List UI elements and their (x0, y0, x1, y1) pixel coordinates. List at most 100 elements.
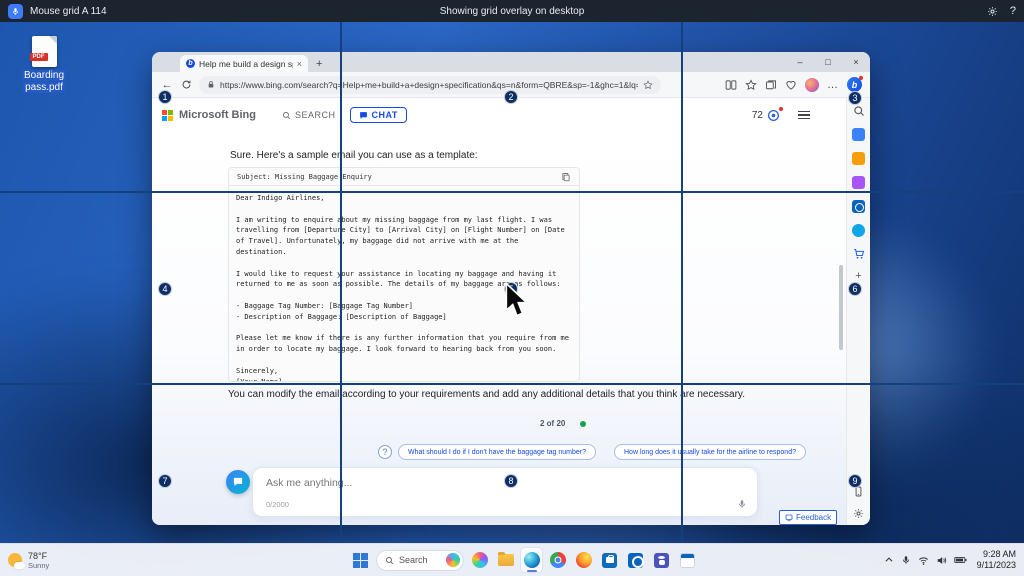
sidebar-shopping-bag-icon[interactable] (852, 152, 865, 165)
taskbar-app-copilot[interactable] (469, 548, 490, 572)
sidebar-settings-icon[interactable] (853, 508, 864, 519)
sidebar-phone-icon[interactable] (853, 486, 864, 497)
help-icon[interactable]: ? (1010, 5, 1016, 17)
scrollbar[interactable] (839, 265, 843, 350)
desktop-file-label: Boarding pass.pdf (17, 70, 71, 93)
tab-search[interactable]: SEARCH (282, 110, 336, 120)
edge-sidebar: + (846, 98, 870, 525)
taskbar: 78°F Sunny Search (0, 543, 1024, 576)
browser-tab[interactable]: b Help me build a design specific... × (180, 55, 308, 72)
minimize-button[interactable]: – (786, 52, 814, 72)
sidebar-search-icon[interactable] (853, 105, 865, 117)
favorites-icon[interactable] (745, 79, 757, 91)
weather-temp: 78°F (28, 551, 49, 561)
windows-logo-icon (353, 553, 368, 568)
suggestion-chip[interactable]: What should I do if I don't have the bag… (398, 444, 596, 460)
tray-mic-icon[interactable] (901, 555, 911, 565)
search-highlights-icon (446, 553, 460, 567)
address-bar[interactable]: https://www.bing.com/search?q=Help+me+bu… (199, 76, 661, 94)
tab-close-icon[interactable]: × (297, 59, 302, 69)
weather-icon (8, 553, 22, 567)
bing-chat-area: Sure. Here's a sample email you can use … (152, 132, 846, 525)
sidebar-add-icon[interactable]: + (855, 271, 861, 282)
code-block-header: Subject: Missing Baggage Enquiry (229, 168, 579, 186)
weather-condition: Sunny (28, 561, 49, 570)
sidebar-outlook-icon[interactable] (852, 200, 865, 213)
tab-title: Help me build a design specific... (199, 59, 293, 69)
chat-input[interactable]: Ask me anything... 0/2000 (252, 467, 758, 517)
copy-icon[interactable] (561, 172, 571, 182)
taskbar-app-edge[interactable] (521, 548, 542, 572)
email-subject: Subject: Missing Baggage Enquiry (237, 173, 561, 181)
more-menu-icon[interactable]: … (827, 79, 839, 91)
desktop-file-boarding-pass[interactable]: PDF Boarding pass.pdf (12, 36, 76, 93)
browser-essentials-icon[interactable] (785, 79, 797, 91)
hamburger-menu-icon[interactable] (798, 111, 810, 120)
collections-icon[interactable] (765, 79, 777, 91)
input-mic-icon[interactable] (737, 499, 747, 509)
bing-header: Microsoft Bing SEARCH CHAT 72 (152, 98, 846, 132)
tray-battery-icon[interactable] (954, 555, 967, 565)
taskbar-app-file-explorer[interactable] (495, 548, 516, 572)
sidebar-people-icon[interactable] (852, 176, 865, 189)
tray-wifi-icon[interactable] (918, 555, 929, 566)
chat-input-placeholder: Ask me anything... (266, 477, 352, 489)
taskbar-app-firefox[interactable] (573, 548, 594, 572)
taskbar-clock[interactable]: 9:28 AM 9/11/2023 (977, 549, 1016, 572)
status-dot (580, 421, 586, 427)
taskbar-app-calendar[interactable] (677, 548, 698, 572)
bing-chat-avatar-icon (226, 470, 250, 494)
bing-brand: Microsoft Bing (179, 109, 256, 121)
url-text: https://www.bing.com/search?q=Help+me+bu… (220, 80, 638, 90)
microsoft-logo-icon (162, 110, 173, 121)
lock-icon[interactable] (207, 80, 215, 89)
email-body: Dear Indigo Airlines, I am writing to en… (229, 186, 579, 381)
toolbar-actions: … b (725, 77, 862, 92)
response-page-indicator: 2 of 20 (540, 419, 565, 428)
taskbar-app-outlook[interactable] (625, 548, 646, 572)
back-icon[interactable]: ← (160, 79, 174, 91)
split-screen-icon[interactable] (725, 79, 737, 91)
tray-volume-icon[interactable] (936, 555, 947, 566)
weather-widget[interactable]: 78°F Sunny (8, 544, 49, 576)
edge-browser-window: b Help me build a design specific... × +… (152, 52, 870, 525)
sidebar-office-icon[interactable] (852, 224, 865, 237)
maximize-button[interactable]: □ (814, 52, 842, 72)
close-button[interactable]: × (842, 52, 870, 72)
desktop-screen: Mouse grid A 114 Showing grid overlay on… (0, 0, 1024, 576)
settings-gear-icon[interactable] (987, 6, 998, 17)
bing-tabs: SEARCH CHAT (282, 107, 407, 123)
window-controls: – □ × (786, 52, 870, 72)
voice-access-status: Showing grid overlay on desktop (0, 6, 1024, 17)
browser-content: Microsoft Bing SEARCH CHAT 72 (152, 98, 846, 525)
chat-response-outro: You can modify the email according to yo… (228, 388, 763, 402)
clock-time: 9:28 AM (977, 549, 1016, 560)
taskbar-app-chrome[interactable] (547, 548, 568, 572)
pdf-badge: PDF (30, 53, 48, 61)
chat-response-intro: Sure. Here's a sample email you can use … (230, 150, 478, 161)
disclaimer-question-icon[interactable]: ? (378, 445, 392, 459)
refresh-icon[interactable] (181, 79, 192, 90)
system-tray: 9:28 AM 9/11/2023 (884, 544, 1016, 576)
pdf-file-icon: PDF (32, 36, 57, 67)
rewards-counter[interactable]: 72 (752, 109, 780, 122)
taskbar-search[interactable]: Search (376, 550, 464, 571)
profile-avatar[interactable] (805, 78, 819, 92)
voice-access-title: Mouse grid A 114 (30, 6, 107, 17)
bing-header-right: 72 (752, 109, 836, 122)
microphone-icon[interactable] (8, 4, 23, 19)
copilot-icon[interactable]: b (847, 77, 862, 92)
taskbar-app-teams[interactable] (651, 548, 672, 572)
voice-access-bar: Mouse grid A 114 Showing grid overlay on… (0, 0, 1024, 22)
feedback-button[interactable]: Feedback (779, 510, 837, 525)
suggestion-chip[interactable]: How long does it usually take for the ai… (614, 444, 806, 460)
sidebar-shopping-tag-icon[interactable] (852, 128, 865, 141)
browser-toolbar: ← https://www.bing.com/search?q=Help+me+… (152, 72, 870, 98)
sidebar-cart-icon[interactable] (853, 248, 865, 260)
start-button[interactable] (350, 548, 371, 572)
tray-chevron-up-icon[interactable] (884, 555, 894, 565)
new-tab-button[interactable]: + (316, 58, 322, 70)
taskbar-app-store[interactable] (599, 548, 620, 572)
tab-chat[interactable]: CHAT (350, 107, 407, 123)
bookmark-star-icon[interactable] (643, 80, 653, 90)
